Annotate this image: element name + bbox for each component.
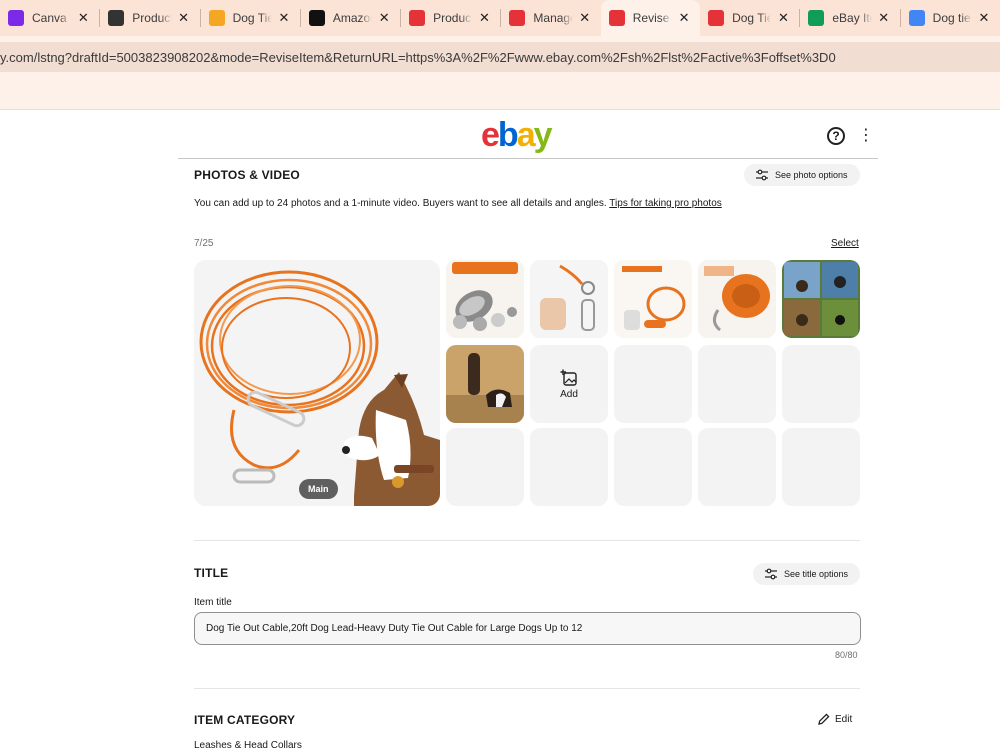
ebay-bag-icon <box>409 10 426 26</box>
close-tab-icon[interactable]: ✕ <box>876 10 892 26</box>
select-photos-link[interactable]: Select <box>831 238 859 249</box>
category-section-title: ITEM CATEGORY <box>194 713 296 727</box>
photo-thumbnail[interactable] <box>614 260 692 338</box>
help-icon[interactable]: ? <box>827 127 845 145</box>
canva-icon <box>8 10 24 26</box>
browser-tab[interactable]: Product ✕ <box>401 0 500 36</box>
listing-page: ebay ? ⋮ PHOTOS & VIDEO See photo option… <box>0 110 1000 751</box>
cable-and-dog-image <box>194 260 440 506</box>
empty-photo-slot[interactable] <box>782 345 860 423</box>
tab-label: Product <box>132 11 172 25</box>
photo-thumbnail[interactable] <box>446 260 524 338</box>
tab-label: Manage <box>533 11 573 25</box>
sheets-icon <box>808 10 825 26</box>
google-icon <box>908 10 925 26</box>
photo-thumbnail[interactable] <box>698 260 776 338</box>
swivel-clip-image <box>530 260 608 338</box>
empty-photo-slot[interactable] <box>530 428 608 506</box>
ebay-bag-icon <box>708 10 725 26</box>
main-photo[interactable]: Main <box>194 260 440 506</box>
close-tab-icon[interactable]: ✕ <box>476 10 492 26</box>
browser-tab[interactable]: Revise y ✕ <box>600 0 701 36</box>
browser-tab[interactable]: Canva B ✕ <box>0 0 99 36</box>
empty-photo-slot[interactable] <box>698 345 776 423</box>
browser-tab[interactable]: Dog Tie ✕ <box>201 0 300 36</box>
add-photo-icon <box>560 369 577 386</box>
coated-cable-image <box>698 260 776 338</box>
openai-icon <box>108 10 125 26</box>
browser-tab[interactable]: Dog tie ✕ <box>901 0 1000 36</box>
add-photo-label: Add <box>560 388 578 400</box>
see-photo-options-button[interactable]: See photo options <box>744 164 860 186</box>
photos-section-title: PHOTOS & VIDEO <box>194 168 300 182</box>
tab-label: eBay Ite <box>832 11 871 25</box>
ebay-logo[interactable]: ebay <box>481 116 553 155</box>
tab-label: Dog tie <box>932 11 971 25</box>
title-section-title: TITLE <box>194 566 229 580</box>
close-tab-icon[interactable]: ✕ <box>676 10 692 26</box>
close-tab-icon[interactable]: ✕ <box>976 10 992 26</box>
close-tab-icon[interactable]: ✕ <box>75 10 91 26</box>
tab-label: Dog Tie <box>232 11 272 25</box>
photo-thumbnail[interactable] <box>530 260 608 338</box>
close-tab-icon[interactable]: ✕ <box>376 10 392 26</box>
close-tab-icon[interactable]: ✕ <box>276 10 292 26</box>
add-photo-button[interactable]: Add <box>530 345 608 423</box>
browser-tab[interactable]: Amazon ✕ <box>301 0 400 36</box>
category-value: Leashes & Head Collars <box>194 740 302 751</box>
browser-tab[interactable]: eBay Ite ✕ <box>800 0 899 36</box>
browser-tab-strip: Canva B✕Product✕Dog Tie✕Amazon✕Product✕M… <box>0 0 1000 36</box>
empty-photo-slot[interactable] <box>698 428 776 506</box>
browser-tab[interactable]: Dog Tie ✕ <box>700 0 799 36</box>
amazon-icon <box>308 10 325 26</box>
photo-thumbnail[interactable] <box>782 260 860 338</box>
tab-label: Dog Tie <box>732 11 772 25</box>
address-bar[interactable]: y.com/lstng?draftId=5003823908202&mode=R… <box>0 42 1000 72</box>
cable-detail-image <box>446 260 524 338</box>
see-title-options-button[interactable]: See title options <box>753 563 861 585</box>
braided-cable-image <box>614 260 692 338</box>
photos-description: You can add up to 24 photos and a 1-minu… <box>194 198 722 209</box>
usage-scenes-image <box>782 260 860 338</box>
browser-tab[interactable]: Manage ✕ <box>501 0 600 36</box>
tips-link[interactable]: Tips for taking pro photos <box>609 198 721 209</box>
empty-photo-slot[interactable] <box>782 428 860 506</box>
ebay-bag-icon <box>509 10 526 26</box>
tab-label: Canva B <box>32 11 71 25</box>
pencil-icon <box>818 713 830 725</box>
tab-label: Amazon <box>332 11 372 25</box>
section-divider <box>194 688 860 689</box>
title-char-count: 80/80 <box>835 650 858 660</box>
sliders-icon <box>756 169 768 181</box>
photo-count: 7/25 <box>194 238 214 249</box>
tab-label: Product <box>433 11 473 25</box>
empty-photo-slot[interactable] <box>614 428 692 506</box>
close-tab-icon[interactable]: ✕ <box>577 10 593 26</box>
bolt-icon <box>208 10 225 26</box>
item-title-label: Item title <box>194 597 232 608</box>
address-bar-row: y.com/lstng?draftId=5003823908202&mode=R… <box>0 36 1000 78</box>
ebay-bag-icon <box>608 10 625 26</box>
more-options-icon[interactable]: ⋮ <box>858 126 874 146</box>
photo-thumbnail[interactable] <box>446 345 524 423</box>
close-tab-icon[interactable]: ✕ <box>775 10 791 26</box>
item-title-input[interactable] <box>194 612 861 645</box>
header-divider <box>178 158 878 159</box>
close-tab-icon[interactable]: ✕ <box>176 10 192 26</box>
browser-tab[interactable]: Product ✕ <box>100 0 199 36</box>
empty-photo-slot[interactable] <box>614 345 692 423</box>
tab-label: Revise y <box>632 11 672 25</box>
walking-dog-image <box>446 345 524 423</box>
bookmark-bar <box>0 78 1000 110</box>
edit-category-button[interactable]: Edit <box>818 713 852 725</box>
sliders-icon <box>765 568 777 580</box>
section-divider <box>194 540 860 541</box>
main-photo-badge: Main <box>299 479 338 499</box>
empty-photo-slot[interactable] <box>446 428 524 506</box>
url-text: y.com/lstng?draftId=5003823908202&mode=R… <box>0 49 836 65</box>
